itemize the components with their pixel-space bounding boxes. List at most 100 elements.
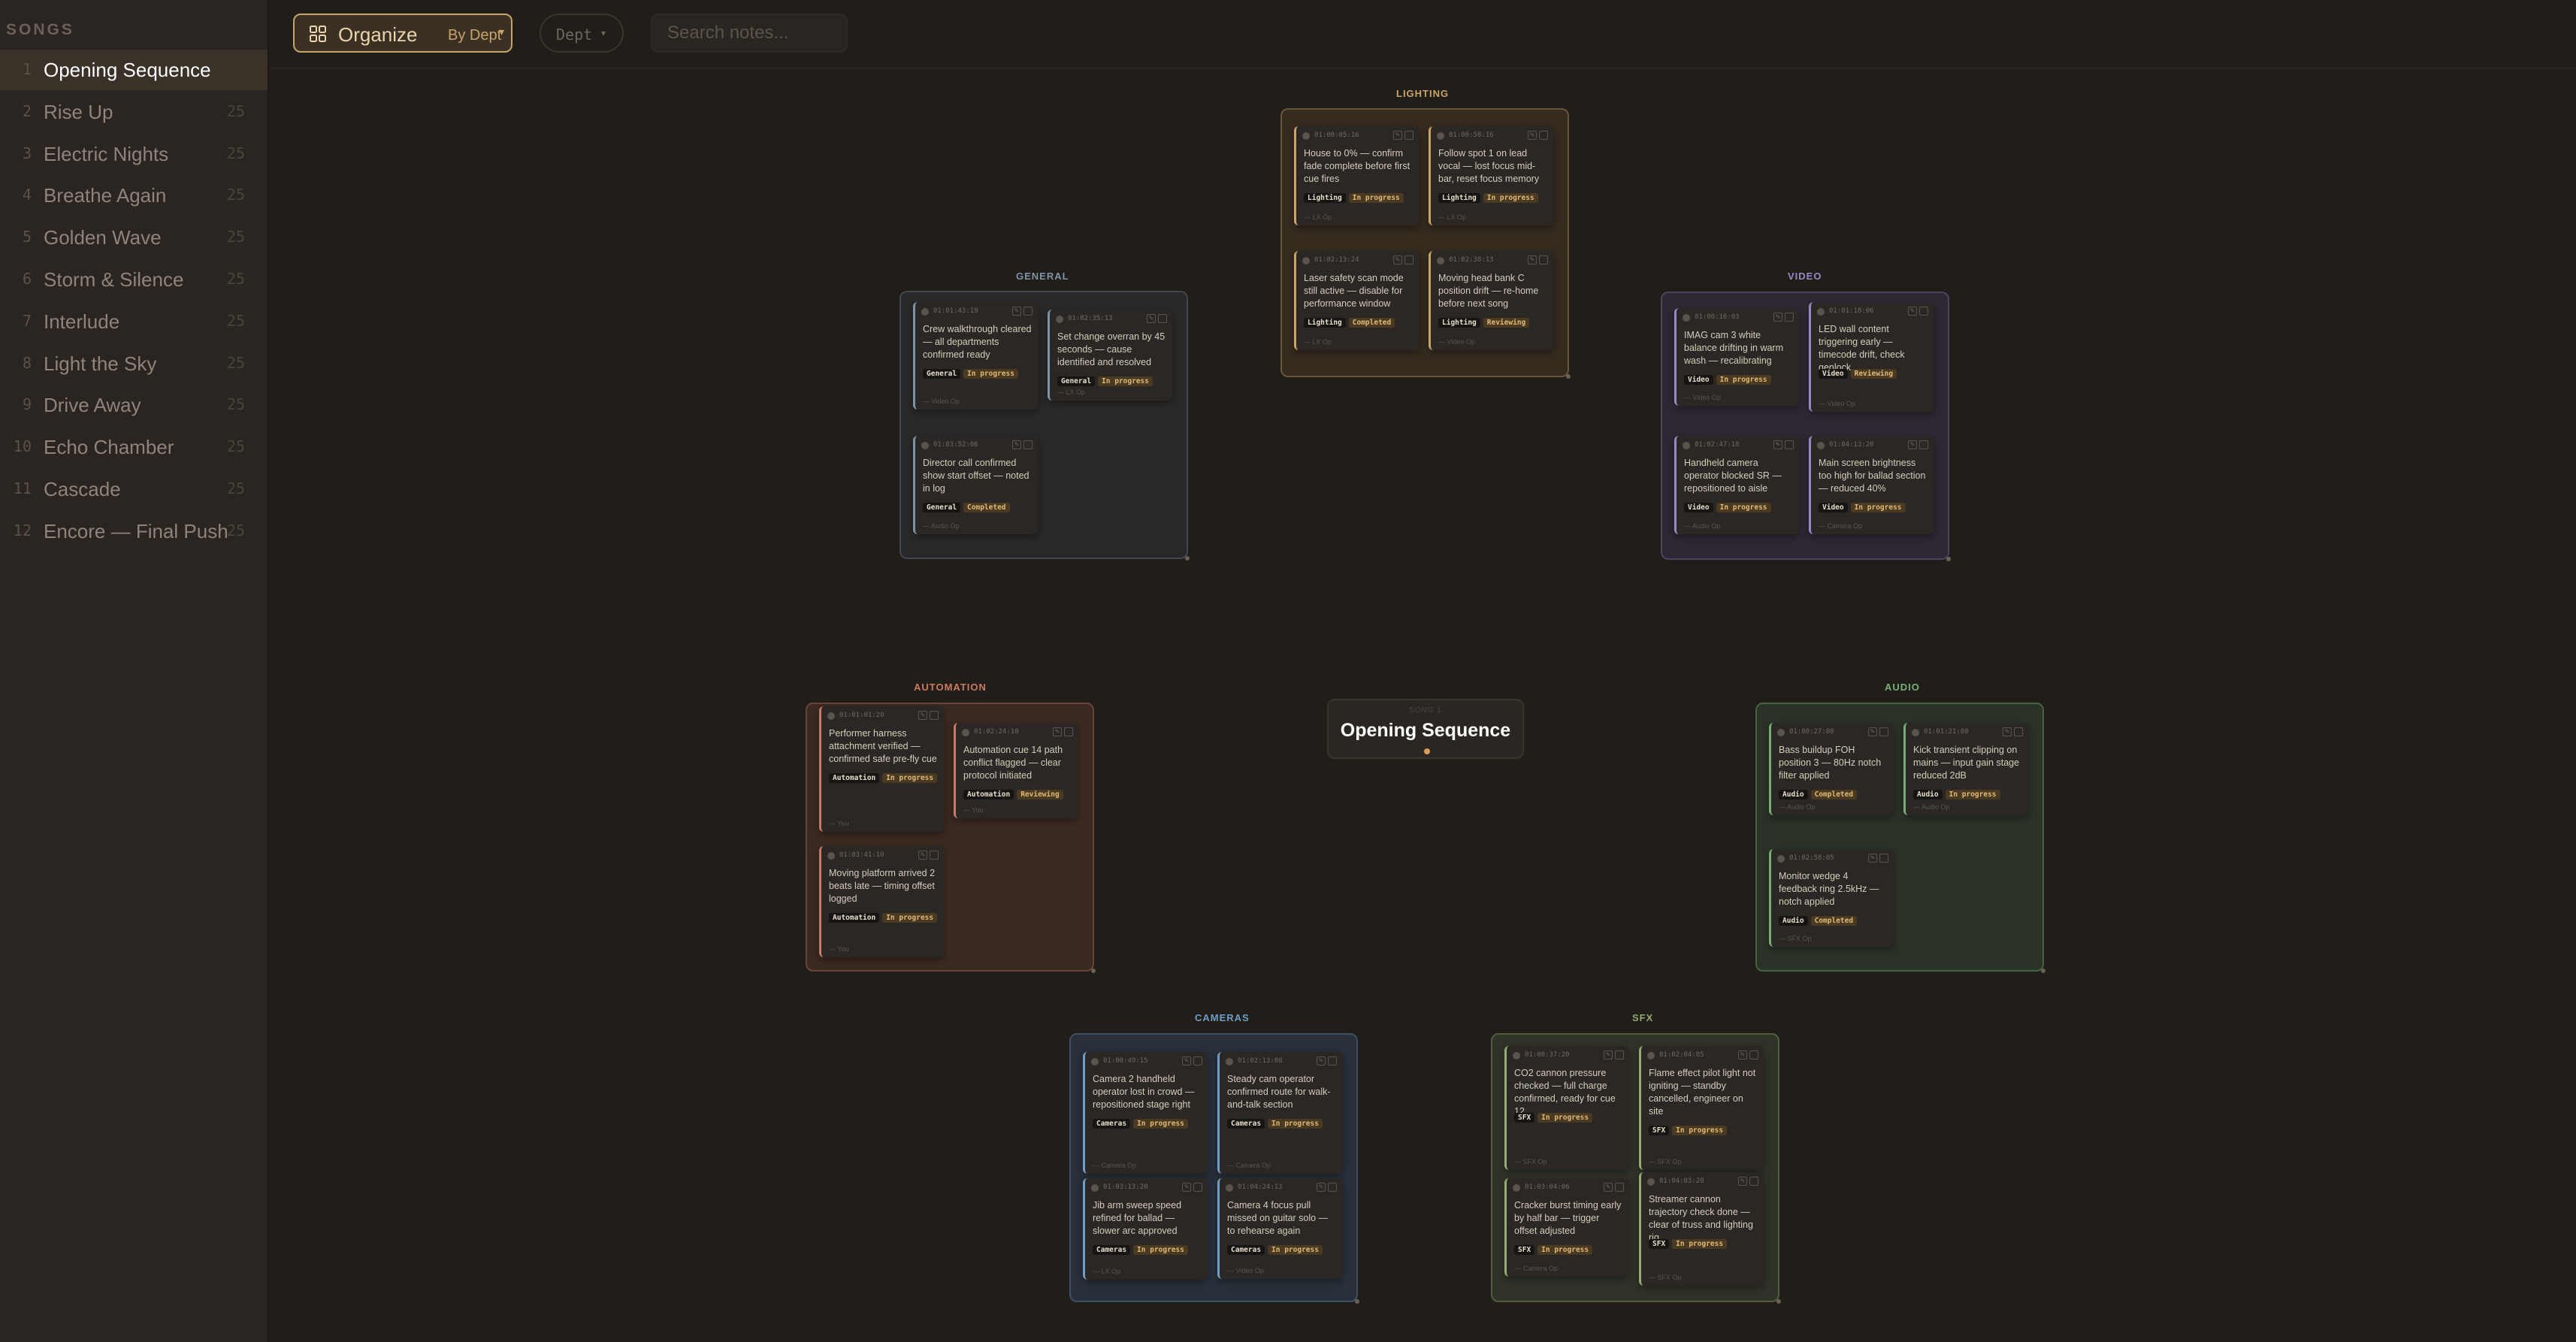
checkbox[interactable] xyxy=(1749,1050,1758,1059)
play-icon[interactable] xyxy=(827,712,835,720)
sidebar-song-item[interactable]: 5 Golden Wave 25 xyxy=(0,217,268,258)
note-card[interactable]: 01:04:13:20 ✎ Main screen brightness too h… xyxy=(1809,436,1934,534)
note-card[interactable]: 01:02:13:08 ✎ Steady cam operator confirme… xyxy=(1217,1052,1342,1174)
group-label[interactable]: AUTOMATION xyxy=(914,682,987,693)
group-label[interactable]: SFX xyxy=(1632,1012,1653,1023)
edit-icon[interactable]: ✎ xyxy=(1528,131,1537,140)
play-icon[interactable] xyxy=(1683,442,1690,449)
checkbox[interactable] xyxy=(1404,131,1413,140)
checkbox[interactable] xyxy=(1193,1056,1202,1065)
edit-icon[interactable]: ✎ xyxy=(1773,313,1782,322)
play-icon[interactable] xyxy=(1513,1184,1520,1192)
checkbox[interactable] xyxy=(1328,1183,1337,1192)
edit-icon[interactable]: ✎ xyxy=(918,711,927,720)
play-icon[interactable] xyxy=(962,729,969,736)
note-card[interactable]: 01:00:27:08 ✎ Bass buildup FOH position 3 … xyxy=(1769,723,1894,815)
dept-filter-button[interactable]: Dept ▾ xyxy=(540,14,624,53)
edit-icon[interactable]: ✎ xyxy=(1908,440,1917,449)
play-icon[interactable] xyxy=(1777,729,1785,736)
edit-icon[interactable]: ✎ xyxy=(918,851,927,860)
sidebar-song-item[interactable]: 1 Opening Sequence xyxy=(0,50,268,90)
note-card[interactable]: 01:03:13:20 ✎ Jib arm sweep speed refined … xyxy=(1083,1178,1208,1280)
edit-icon[interactable]: ✎ xyxy=(1738,1050,1747,1059)
play-icon[interactable] xyxy=(921,308,929,316)
note-card[interactable]: 01:01:21:00 ✎ Kick transient clipping on m… xyxy=(1903,723,2028,815)
group-label[interactable]: LIGHTING xyxy=(1396,88,1449,99)
edit-icon[interactable]: ✎ xyxy=(1147,314,1156,323)
edit-icon[interactable]: ✎ xyxy=(1868,727,1877,736)
checkbox[interactable] xyxy=(1879,727,1888,736)
edit-icon[interactable]: ✎ xyxy=(1012,307,1021,316)
note-card[interactable]: 01:02:13:24 ✎ Laser safety scan mode still… xyxy=(1294,251,1419,350)
note-card[interactable]: 01:00:49:15 ✎ Camera 2 handheld operator l… xyxy=(1083,1052,1208,1174)
checkbox[interactable] xyxy=(1023,307,1033,316)
play-icon[interactable] xyxy=(1912,729,1919,736)
checkbox[interactable] xyxy=(1879,854,1888,863)
note-card[interactable]: 01:04:24:13 ✎ Camera 4 focus pull missed o… xyxy=(1217,1178,1342,1279)
play-icon[interactable] xyxy=(1226,1184,1233,1192)
checkbox[interactable] xyxy=(1404,255,1413,264)
edit-icon[interactable]: ✎ xyxy=(1317,1183,1326,1192)
play-icon[interactable] xyxy=(921,442,929,449)
note-card[interactable]: 01:02:24:10 ✎ Automation cue 14 path confl… xyxy=(954,723,1078,818)
note-card[interactable]: 01:03:04:06 ✎ Cracker burst timing early b… xyxy=(1504,1178,1629,1277)
edit-icon[interactable]: ✎ xyxy=(1012,440,1021,449)
group-label[interactable]: GENERAL xyxy=(1016,271,1069,282)
play-icon[interactable] xyxy=(1817,308,1825,316)
resize-handle[interactable] xyxy=(1566,374,1571,379)
sidebar-song-item[interactable]: 10 Echo Chamber 25 xyxy=(0,427,268,467)
search-input[interactable] xyxy=(651,14,848,53)
resize-handle[interactable] xyxy=(1946,557,1951,561)
sidebar-song-item[interactable]: 2 Rise Up 25 xyxy=(0,92,268,132)
checkbox[interactable] xyxy=(1919,307,1928,316)
checkbox[interactable] xyxy=(2014,727,2023,736)
play-icon[interactable] xyxy=(1091,1184,1099,1192)
checkbox[interactable] xyxy=(1064,727,1073,736)
checkbox[interactable] xyxy=(1193,1183,1202,1192)
note-card[interactable]: 01:02:38:13 ✎ Moving head bank C position … xyxy=(1429,251,1553,350)
play-icon[interactable] xyxy=(1437,257,1444,264)
edit-icon[interactable]: ✎ xyxy=(1393,255,1402,264)
checkbox[interactable] xyxy=(1615,1183,1624,1192)
edit-icon[interactable]: ✎ xyxy=(1393,131,1402,140)
edit-icon[interactable]: ✎ xyxy=(1868,854,1877,863)
play-icon[interactable] xyxy=(1091,1058,1099,1065)
note-card[interactable]: 01:00:05:16 ✎ House to 0% — confirm fade c… xyxy=(1294,126,1419,225)
play-icon[interactable] xyxy=(1683,314,1690,322)
note-card[interactable]: 01:01:01:20 ✎ Performer harness attachment… xyxy=(819,706,944,832)
sidebar-song-item[interactable]: 6 Storm & Silence 25 xyxy=(0,259,268,300)
resize-handle[interactable] xyxy=(1776,1299,1781,1304)
sidebar-song-item[interactable]: 9 Drive Away 25 xyxy=(0,385,268,425)
note-card[interactable]: 01:00:16:03 ✎ IMAG cam 3 white balance dri… xyxy=(1674,308,1799,406)
group-label[interactable]: VIDEO xyxy=(1788,271,1822,282)
edit-icon[interactable]: ✎ xyxy=(1182,1183,1191,1192)
play-icon[interactable] xyxy=(1302,257,1310,264)
checkbox[interactable] xyxy=(1539,131,1548,140)
note-card[interactable]: 01:02:58:05 ✎ Monitor wedge 4 feedback rin… xyxy=(1769,849,1894,947)
checkbox[interactable] xyxy=(1919,440,1928,449)
note-card[interactable]: 01:00:58:16 ✎ Follow spot 1 on lead vocal … xyxy=(1429,126,1553,225)
play-icon[interactable] xyxy=(1647,1178,1655,1186)
checkbox[interactable] xyxy=(1749,1177,1758,1186)
checkbox[interactable] xyxy=(1539,255,1548,264)
play-icon[interactable] xyxy=(1777,855,1785,863)
sidebar-song-item[interactable]: 12 Encore — Final Push 25 xyxy=(0,511,268,552)
note-card[interactable]: 01:02:35:13 ✎ Set change overran by 45 sec… xyxy=(1048,310,1172,400)
sidebar-song-item[interactable]: 7 Interlude 25 xyxy=(0,301,268,342)
resize-handle[interactable] xyxy=(1091,969,1096,973)
play-icon[interactable] xyxy=(1647,1052,1655,1059)
sidebar-song-item[interactable]: 8 Light the Sky 25 xyxy=(0,343,268,384)
edit-icon[interactable]: ✎ xyxy=(1528,255,1537,264)
play-icon[interactable] xyxy=(1513,1052,1520,1059)
edit-icon[interactable]: ✎ xyxy=(1908,307,1917,316)
note-card[interactable]: 01:03:52:06 ✎ Director call confirmed show… xyxy=(913,436,1038,534)
group-label[interactable]: CAMERAS xyxy=(1195,1012,1250,1023)
note-card[interactable]: 01:04:03:20 ✎ Streamer cannon trajectory c… xyxy=(1639,1172,1764,1286)
edit-icon[interactable]: ✎ xyxy=(1738,1177,1747,1186)
edit-icon[interactable]: ✎ xyxy=(1604,1183,1613,1192)
play-icon[interactable] xyxy=(1437,132,1444,140)
resize-handle[interactable] xyxy=(1185,556,1190,561)
play-icon[interactable] xyxy=(1302,132,1310,140)
note-card[interactable]: 01:03:41:10 ✎ Moving platform arrived 2 be… xyxy=(819,846,944,957)
play-icon[interactable] xyxy=(827,852,835,860)
